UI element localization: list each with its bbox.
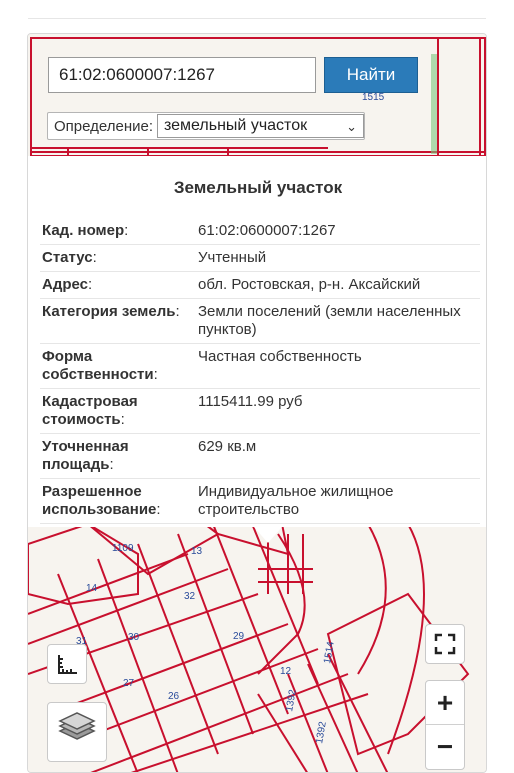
table-row: Разрешенное использование: Индивидуально… (40, 478, 480, 524)
definition-select[interactable]: земельный участок ⌄ (157, 114, 364, 138)
find-button[interactable]: Найти (324, 57, 418, 93)
map-label: 1109 (112, 543, 134, 554)
definition-label: Определение: (54, 118, 154, 135)
map-label: 13 (191, 546, 203, 557)
table-row: Уточненная площадь: 629 кв.м (40, 433, 480, 479)
ruler-icon (58, 655, 77, 674)
map-label: 14 (86, 583, 98, 594)
map-label: 26 (168, 691, 180, 702)
property-value: 629 кв.м (198, 433, 480, 479)
property-key: Форма собственности: (40, 343, 198, 389)
table-row: Кадастровая стоимость: 1115411.99 руб (40, 388, 480, 434)
measure-button[interactable] (47, 644, 87, 684)
parcel-info-popup: Земельный участок Кад. номер: 61:02:0600… (28, 156, 486, 543)
popup-title: Земельный участок (173, 178, 343, 197)
property-value: Индивидуальное жилищное строительство (198, 478, 480, 524)
property-key: Разрешенное использование: (40, 478, 198, 524)
table-row: Форма собственности: Частная собственнос… (40, 343, 480, 389)
property-key: Кад. номер: (40, 218, 198, 245)
parcel-properties-table: Кад. номер: 61:02:0600007:1267 Статус: У… (40, 218, 480, 524)
map-label: 12 (280, 666, 292, 677)
property-value: Земли поселений (земли населенных пункто… (198, 298, 480, 344)
property-value: Учтенный (198, 244, 480, 272)
map-label: 27 (123, 678, 135, 689)
table-row: Адрес: обл. Ростовская, р-н. Аксайский (40, 271, 480, 299)
property-key: Категория земель: (40, 298, 198, 344)
map-label: 30 (128, 632, 140, 643)
map-label: 29 (233, 631, 245, 642)
property-key: Уточненная площадь: (40, 433, 198, 479)
zoom-out-button[interactable]: − (426, 725, 464, 769)
property-value: Частная собственность (198, 343, 480, 389)
layers-button[interactable] (47, 702, 107, 762)
table-row: Кад. номер: 61:02:0600007:1267 (40, 218, 480, 245)
search-bar: Найти (48, 57, 423, 97)
table-row: Категория земель: Земли поселений (земли… (40, 298, 480, 344)
map-label: 32 (184, 591, 196, 602)
property-key: Статус: (40, 244, 198, 272)
layers-icon (58, 712, 96, 740)
zoom-control: + − (425, 680, 465, 770)
property-key: Кадастровая стоимость: (40, 388, 198, 434)
map-view[interactable]: 1515 1109 13 14 32 31 30 29 27 26 1514 1… (27, 33, 487, 773)
definition-filter: Определение: земельный участок ⌄ (47, 112, 365, 140)
fullscreen-icon (434, 633, 456, 655)
property-value: 1115411.99 руб (198, 388, 480, 434)
top-divider (28, 18, 486, 19)
table-row: Статус: Учтенный (40, 244, 480, 272)
fullscreen-button[interactable] (425, 624, 465, 664)
cadastral-number-input[interactable] (48, 57, 316, 93)
property-value: обл. Ростовская, р-н. Аксайский (198, 271, 480, 299)
property-key: Адрес: (40, 271, 198, 299)
definition-selected-value: земельный участок (164, 117, 308, 134)
zoom-in-button[interactable]: + (426, 681, 464, 725)
property-value: 61:02:0600007:1267 (198, 218, 480, 245)
chevron-down-icon: ⌄ (346, 119, 357, 134)
